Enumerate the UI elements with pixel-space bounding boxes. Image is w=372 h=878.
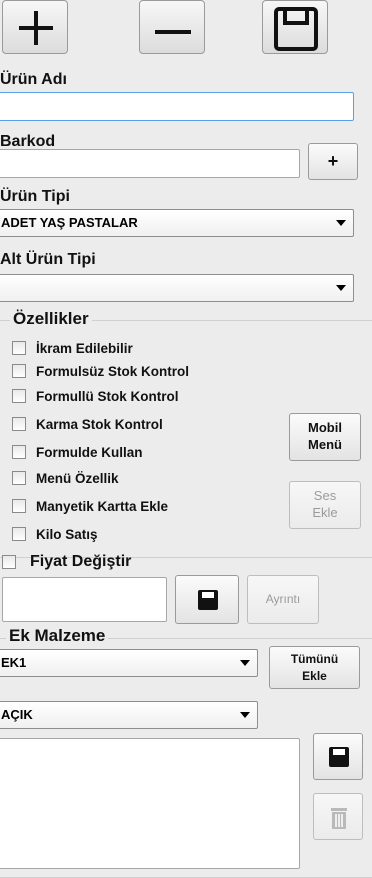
chevron-down-icon: [336, 220, 346, 226]
floppy-disk-icon: [274, 7, 318, 51]
feature-label: Kilo Satış: [36, 526, 98, 542]
chevron-down-icon: [240, 660, 250, 666]
extra-material-status-select[interactable]: AÇIK: [0, 701, 258, 729]
checkbox[interactable]: [12, 389, 26, 403]
product-name-label: Ürün Adı: [0, 71, 67, 88]
add-sound-line1: Ses: [313, 488, 337, 503]
extra-material-select[interactable]: EK1: [0, 649, 258, 677]
feature-label: Manyetik Kartta Ekle: [36, 498, 169, 514]
mobile-menu-line1: Mobil: [308, 420, 342, 435]
add-all-line1: Tümünü: [290, 652, 339, 666]
feature-label: Formullü Stok Kontrol: [36, 388, 179, 404]
checkbox[interactable]: [12, 417, 26, 431]
add-all-line2: Ekle: [302, 669, 327, 683]
extra-material-save-button[interactable]: [313, 733, 363, 780]
chevron-down-icon: [240, 712, 250, 718]
details-button[interactable]: Ayrıntı: [247, 575, 319, 624]
chevron-down-icon: [336, 285, 346, 291]
feature-label: Formulsüz Stok Kontrol: [36, 363, 189, 379]
sub-product-type-label: Alt Ürün Tipi: [0, 251, 96, 268]
plus-icon: [19, 11, 53, 45]
feature-checkbox-formulsuz[interactable]: Formulsüz Stok Kontrol: [12, 362, 189, 380]
product-type-select[interactable]: ADET YAŞ PASTALAR: [0, 209, 354, 237]
extra-material-title: Ek Malzeme: [6, 626, 109, 646]
feature-label: Formulde Kullan: [36, 444, 143, 460]
feature-checkbox-ikram[interactable]: İkram Edilebilir: [12, 339, 133, 357]
features-title: Özellikler: [10, 309, 92, 329]
feature-checkbox-menu-ozellik[interactable]: Menü Özellik: [12, 469, 119, 487]
product-type-value: ADET YAŞ PASTALAR: [1, 215, 138, 230]
checkbox[interactable]: [12, 341, 26, 355]
mobile-menu-button[interactable]: Mobil Menü: [289, 413, 361, 461]
checkbox[interactable]: [12, 364, 26, 378]
mobile-menu-line2: Menü: [308, 437, 342, 452]
extra-material-status-value: AÇIK: [1, 707, 33, 722]
price-change-label: Fiyat Değiştir: [30, 553, 132, 570]
trash-icon: [331, 808, 347, 829]
product-type-label: Ürün Tipi: [0, 188, 70, 205]
floppy-disk-icon: [198, 590, 218, 610]
add-sound-button[interactable]: Ses Ekle: [289, 481, 361, 529]
extra-material-select-value: EK1: [1, 655, 27, 670]
feature-label: Menü Özellik: [36, 470, 119, 486]
checkbox[interactable]: [12, 499, 26, 513]
minus-icon: [155, 30, 191, 34]
save-button[interactable]: [262, 0, 328, 54]
checkbox[interactable]: [12, 471, 26, 485]
extra-material-list[interactable]: [0, 738, 300, 869]
product-name-input[interactable]: [0, 92, 354, 121]
feature-checkbox-karma[interactable]: Karma Stok Kontrol: [12, 415, 163, 433]
price-input[interactable]: [2, 577, 167, 622]
feature-checkbox-formullu[interactable]: Formullü Stok Kontrol: [12, 387, 179, 405]
feature-label: Karma Stok Kontrol: [36, 416, 163, 432]
floppy-disk-icon: [329, 747, 349, 767]
add-all-button[interactable]: Tümünü Ekle: [269, 646, 360, 689]
feature-checkbox-formulde-kullan[interactable]: Formulde Kullan: [12, 443, 143, 461]
checkbox[interactable]: [2, 555, 16, 569]
feature-checkbox-manyetik[interactable]: Manyetik Kartta Ekle: [12, 497, 168, 515]
price-change-checkbox[interactable]: Fiyat Değiştir: [2, 553, 131, 571]
add-barcode-button[interactable]: +: [308, 143, 358, 180]
checkbox[interactable]: [12, 527, 26, 541]
barcode-input[interactable]: [0, 149, 300, 178]
checkbox[interactable]: [12, 445, 26, 459]
remove-button[interactable]: [139, 0, 205, 54]
feature-label: İkram Edilebilir: [36, 340, 133, 356]
price-save-button[interactable]: [175, 575, 239, 624]
add-sound-line2: Ekle: [312, 505, 338, 520]
add-button[interactable]: [2, 0, 68, 54]
feature-checkbox-kilo-satis[interactable]: Kilo Satış: [12, 525, 98, 543]
sub-product-type-select[interactable]: [0, 274, 354, 302]
extra-material-delete-button[interactable]: [313, 793, 363, 840]
